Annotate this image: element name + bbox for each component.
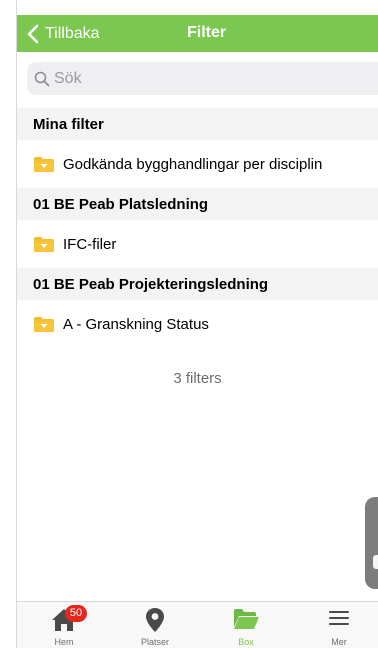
tab-bar: 50 Hem Platser Box Mer: [17, 601, 378, 648]
section-header-label: Mina filter: [33, 115, 104, 133]
filter-item-godkanda-bygghandlingar[interactable]: Godkända bygghandlingar per disciplin: [17, 140, 378, 188]
section-header-mina-filter: Mina filter: [17, 108, 378, 140]
tab-label: Platser: [140, 637, 169, 647]
menu-icon: [329, 611, 349, 625]
tab-label: Hem: [54, 637, 74, 647]
section-header-platsledning: 01 BE Peab Platsledning: [17, 188, 378, 220]
search-icon: [34, 71, 50, 86]
filter-item-ifc-filer[interactable]: IFC-filer: [17, 220, 378, 268]
map-pin-icon: [146, 608, 164, 632]
side-drawer-handle[interactable]: [365, 497, 378, 589]
section-header-projekteringsledning: 01 BE Peab Projekteringsledning: [17, 268, 378, 300]
page-title: Filter: [187, 24, 227, 41]
filter-item-label: A - Granskning Status: [63, 315, 209, 333]
filter-item-label: Godkända bygghandlingar per disciplin: [63, 155, 323, 173]
back-button[interactable]: Tillbaka: [27, 23, 100, 45]
back-button-label: Tillbaka: [45, 25, 100, 42]
search-input[interactable]: [54, 69, 354, 88]
filter-item-label: IFC-filer: [63, 235, 117, 253]
tab-label: Box: [238, 637, 254, 647]
filter-screen: Tillbaka Filter Mina filter Godkända byg…: [0, 0, 378, 648]
filter-folder-icon: [34, 156, 54, 172]
tab-platser[interactable]: Platser: [119, 602, 191, 648]
section-header-label: 01 BE Peab Projekteringsledning: [33, 275, 269, 293]
filter-count: 3 filters: [173, 370, 222, 387]
filter-item-a-granskning-status[interactable]: A - Granskning Status: [17, 300, 378, 348]
filter-folder-icon: [34, 316, 54, 332]
search-bar[interactable]: [27, 62, 378, 95]
navigation-bar: Tillbaka Filter: [17, 15, 378, 52]
tab-hem[interactable]: 50 Hem: [28, 602, 100, 648]
drawer-handle-icon: [373, 555, 378, 569]
filter-folder-icon: [34, 236, 54, 252]
section-header-label: 01 BE Peab Platsledning: [33, 195, 209, 213]
notification-badge: 50: [65, 605, 87, 622]
tab-label: Mer: [331, 637, 347, 647]
tab-box[interactable]: Box: [210, 602, 282, 648]
chevron-left-icon: [27, 24, 39, 44]
tab-mer[interactable]: Mer: [303, 602, 375, 648]
open-folder-icon: [234, 609, 259, 629]
